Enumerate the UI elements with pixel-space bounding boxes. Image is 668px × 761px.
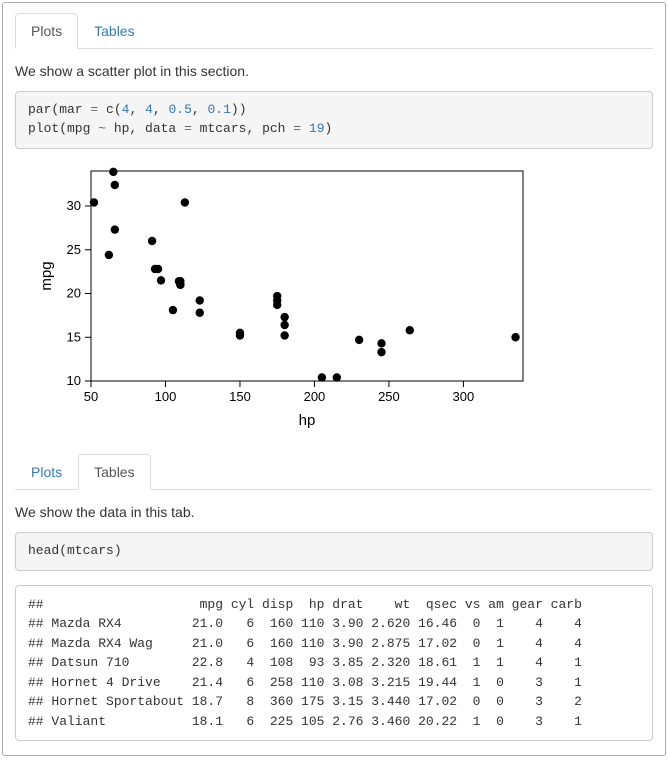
page-container: { "tabset1":{ "tabs":[ {"label":"Plots",…: [2, 2, 666, 756]
code-block-2: head(mtcars): [15, 532, 653, 571]
code-block-1: par(mar = c(4, 4, 0.5, 0.1)) plot(mpg ~ …: [15, 91, 653, 149]
svg-text:250: 250: [378, 389, 400, 404]
tab-plots-2[interactable]: Plots: [15, 454, 78, 490]
tab-tables[interactable]: Tables: [78, 13, 150, 49]
tab-plots[interactable]: Plots: [15, 13, 78, 49]
tab-tables-2[interactable]: Tables: [78, 454, 150, 490]
svg-text:50: 50: [84, 389, 98, 404]
svg-text:hp: hp: [299, 412, 316, 429]
output-block: ## mpg cyl disp hp drat wt qsec vs am ge…: [15, 585, 653, 742]
svg-text:25: 25: [67, 241, 81, 256]
svg-text:20: 20: [67, 285, 81, 300]
svg-text:100: 100: [155, 389, 177, 404]
svg-text:30: 30: [67, 198, 81, 213]
svg-text:10: 10: [67, 373, 81, 388]
tabset-2: Plots Tables: [15, 454, 653, 490]
section2-intro: We show the data in this tab.: [15, 504, 653, 520]
section1-intro: We show a scatter plot in this section.: [15, 63, 653, 79]
svg-text:mpg: mpg: [38, 261, 55, 290]
svg-text:150: 150: [229, 389, 251, 404]
svg-text:15: 15: [67, 329, 81, 344]
tabset-1: Plots Tables: [15, 13, 653, 49]
svg-text:200: 200: [304, 389, 326, 404]
svg-text:300: 300: [453, 389, 475, 404]
scatter-plot: 50 100 150 200 250 300 10 15 20 25 30 hp mpg: [33, 163, 653, 436]
